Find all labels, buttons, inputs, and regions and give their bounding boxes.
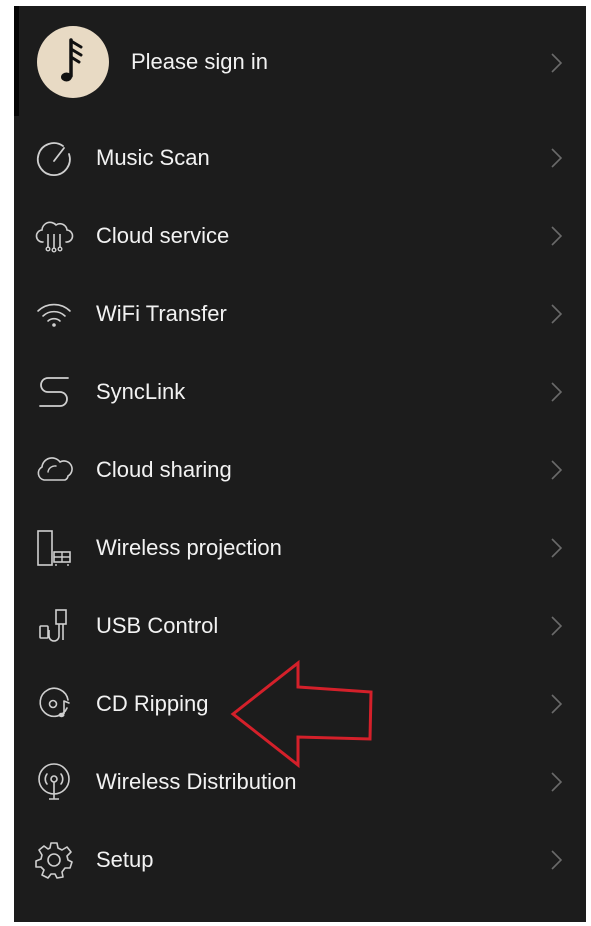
menu-item-label: Wireless projection	[96, 535, 282, 560]
menu-item-label: Cloud sharing	[96, 457, 232, 482]
chevron-right-icon	[551, 53, 563, 73]
avatar	[37, 26, 109, 98]
chevron-right-icon	[551, 148, 563, 168]
broadcast-icon	[38, 763, 70, 800]
menu-item-music-scan[interactable]: Music Scan	[14, 119, 586, 197]
menu-item-setup[interactable]: Setup	[14, 821, 586, 899]
cloud-icon	[37, 457, 73, 481]
menu-item-cd-ripping[interactable]: CD Ripping	[14, 665, 586, 743]
gear-icon	[35, 842, 73, 879]
menu-item-wireless-projection[interactable]: Wireless projection	[14, 509, 586, 587]
wifi-icon	[37, 303, 71, 327]
cd-icon	[39, 687, 70, 718]
menu-item-label: CD Ripping	[96, 691, 209, 716]
chevron-right-icon	[551, 460, 563, 480]
menu-item-label: WiFi Transfer	[96, 301, 227, 326]
chevron-right-icon	[551, 772, 563, 792]
chevron-right-icon	[551, 382, 563, 402]
cloud-service-icon	[35, 221, 74, 253]
menu-item-label: USB Control	[96, 613, 219, 638]
usb-icon	[39, 609, 67, 642]
menu-item-wifi-transfer[interactable]: WiFi Transfer	[14, 275, 586, 353]
menu-item-label: Setup	[96, 847, 154, 872]
menu-item-synclink[interactable]: SyncLink	[14, 353, 586, 431]
chevron-right-icon	[551, 616, 563, 636]
menu-item-label: Music Scan	[96, 145, 210, 170]
scan-dial-icon	[36, 142, 71, 176]
menu-item-label: Wireless Distribution	[96, 769, 297, 794]
menu-item-cloud-service[interactable]: Cloud service	[14, 197, 586, 275]
chevron-right-icon	[551, 226, 563, 246]
menu-item-label: SyncLink	[96, 379, 186, 404]
chevron-right-icon	[551, 850, 563, 870]
chevron-right-icon	[551, 304, 563, 324]
menu-item-cloud-sharing[interactable]: Cloud sharing	[14, 431, 586, 509]
music-note-icon	[61, 38, 83, 82]
side-menu-panel: Please sign in Music Scan Cloud service	[14, 6, 586, 922]
synclink-icon	[39, 377, 69, 407]
menu-item-label: Cloud service	[96, 223, 230, 248]
chevron-right-icon	[551, 538, 563, 558]
menu-item-wireless-distribution[interactable]: Wireless Distribution	[14, 743, 586, 821]
menu-item-usb-control[interactable]: USB Control	[14, 587, 586, 665]
chevron-right-icon	[551, 694, 563, 714]
sign-in-row[interactable]: Please sign in	[14, 6, 586, 118]
sign-in-label: Please sign in	[131, 49, 268, 74]
projection-icon	[37, 530, 71, 566]
